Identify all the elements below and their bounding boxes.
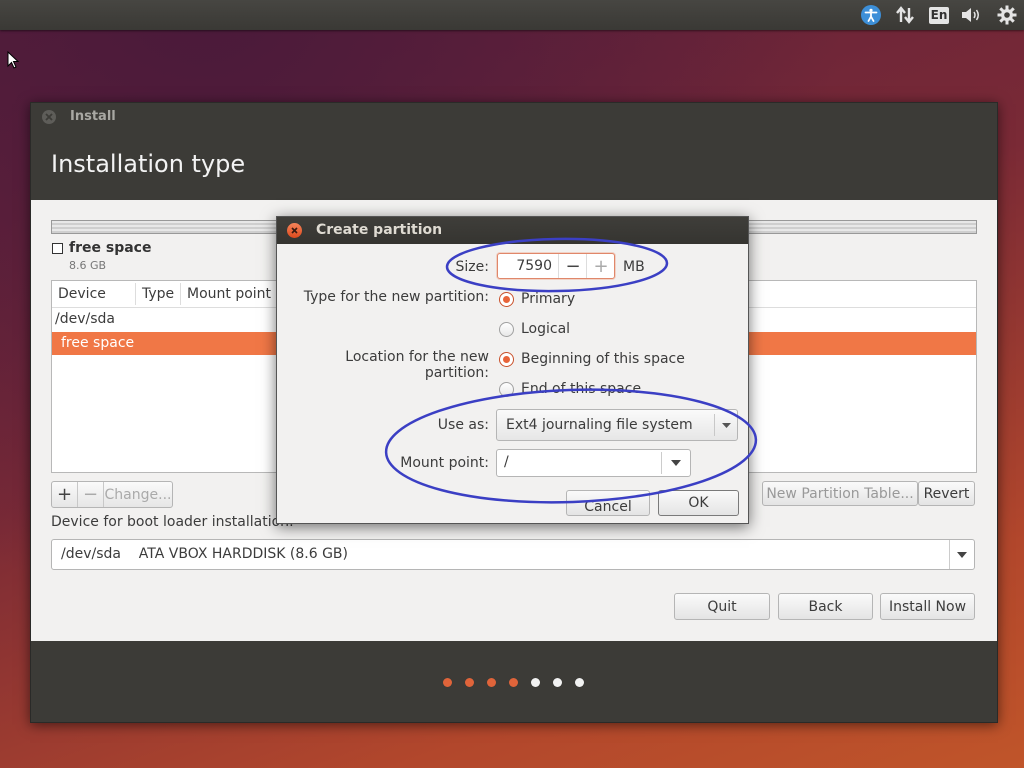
- create-partition-dialog: Create partition Size: 7590 − + MB Type …: [276, 216, 749, 524]
- change-partition-button[interactable]: Change...: [104, 482, 172, 507]
- chevron-down-icon[interactable]: [661, 452, 690, 474]
- close-icon: [291, 227, 298, 234]
- radio-end[interactable]: [499, 382, 514, 397]
- radio-primary-label[interactable]: Primary: [521, 291, 575, 307]
- dialog-titlebar: Create partition: [277, 217, 748, 244]
- quit-button[interactable]: Quit: [674, 593, 770, 620]
- size-spinbox[interactable]: 7590 − +: [497, 253, 615, 279]
- chevron-down-icon: [949, 540, 974, 569]
- back-button[interactable]: Back: [778, 593, 873, 620]
- partition-edit-buttons: + − Change...: [51, 481, 173, 508]
- size-unit-label: MB: [623, 259, 645, 275]
- use-as-label: Use as:: [417, 417, 489, 433]
- radio-primary[interactable]: [499, 292, 514, 307]
- window-header: Install Installation type: [31, 103, 997, 200]
- row-device: free space: [61, 335, 134, 351]
- column-header-mount-point[interactable]: Mount point: [187, 286, 271, 302]
- size-input[interactable]: 7590: [498, 258, 552, 274]
- free-space-legend-label: free space: [69, 240, 151, 256]
- cancel-button[interactable]: Cancel: [566, 490, 650, 516]
- mouse-pointer-icon: [7, 51, 19, 70]
- settings-gear-icon[interactable]: [996, 4, 1018, 26]
- mount-point-combo[interactable]: /: [496, 449, 691, 477]
- column-header-device[interactable]: Device: [58, 286, 106, 302]
- accessibility-icon[interactable]: [860, 4, 882, 26]
- radio-end-label[interactable]: End of this space: [521, 381, 641, 397]
- radio-logical-label[interactable]: Logical: [521, 321, 570, 337]
- ok-button[interactable]: OK: [658, 490, 739, 516]
- network-icon[interactable]: [894, 4, 916, 26]
- mount-point-input[interactable]: /: [504, 454, 509, 470]
- volume-icon[interactable]: [960, 4, 984, 26]
- progress-dot-pending: [553, 678, 562, 687]
- add-partition-button[interactable]: +: [52, 482, 78, 507]
- partition-type-label: Type for the new partition:: [285, 289, 489, 305]
- radio-logical[interactable]: [499, 322, 514, 337]
- size-label: Size:: [417, 259, 489, 275]
- remove-partition-button[interactable]: −: [78, 482, 104, 507]
- top-panel: En: [0, 0, 1024, 30]
- progress-dot-complete: [443, 678, 452, 687]
- new-partition-table-button[interactable]: New Partition Table...: [762, 481, 918, 506]
- window-close-button[interactable]: [42, 110, 56, 124]
- boot-loader-device-select[interactable]: /dev/sda ATA VBOX HARDDISK (8.6 GB): [51, 539, 975, 570]
- radio-beginning-label[interactable]: Beginning of this space: [521, 351, 685, 367]
- column-header-type[interactable]: Type: [142, 286, 174, 302]
- progress-dot-pending: [531, 678, 540, 687]
- revert-button[interactable]: Revert: [918, 481, 975, 506]
- chevron-down-icon: [714, 414, 737, 436]
- size-decrement-button[interactable]: −: [558, 254, 587, 278]
- free-space-legend-swatch: [52, 243, 63, 254]
- mount-point-label: Mount point:: [377, 455, 489, 471]
- dialog-close-button[interactable]: [287, 223, 302, 238]
- progress-dot-complete: [465, 678, 474, 687]
- close-icon: [45, 113, 53, 121]
- progress-dot-complete: [487, 678, 496, 687]
- install-now-button[interactable]: Install Now: [880, 593, 975, 620]
- use-as-select[interactable]: Ext4 journaling file system: [496, 409, 738, 441]
- progress-dot-complete: [509, 678, 518, 687]
- partition-location-label: Location for the new partition:: [277, 349, 489, 381]
- keyboard-layout-label: En: [929, 7, 949, 24]
- window-title: Install: [70, 109, 116, 124]
- boot-loader-label: Device for boot loader installation:: [51, 514, 294, 530]
- keyboard-layout-icon[interactable]: En: [928, 4, 950, 26]
- free-space-legend-size: 8.6 GB: [69, 259, 106, 272]
- radio-beginning[interactable]: [499, 352, 514, 367]
- cancel-button-label: Cancel: [584, 499, 631, 515]
- dialog-title: Create partition: [316, 222, 442, 238]
- page-title: Installation type: [51, 150, 245, 178]
- boot-loader-device-value: /dev/sda ATA VBOX HARDDISK (8.6 GB): [61, 546, 348, 562]
- row-device: /dev/sda: [55, 311, 115, 327]
- progress-dot-pending: [575, 678, 584, 687]
- use-as-value: Ext4 journaling file system: [506, 417, 693, 433]
- size-increment-button[interactable]: +: [586, 254, 615, 278]
